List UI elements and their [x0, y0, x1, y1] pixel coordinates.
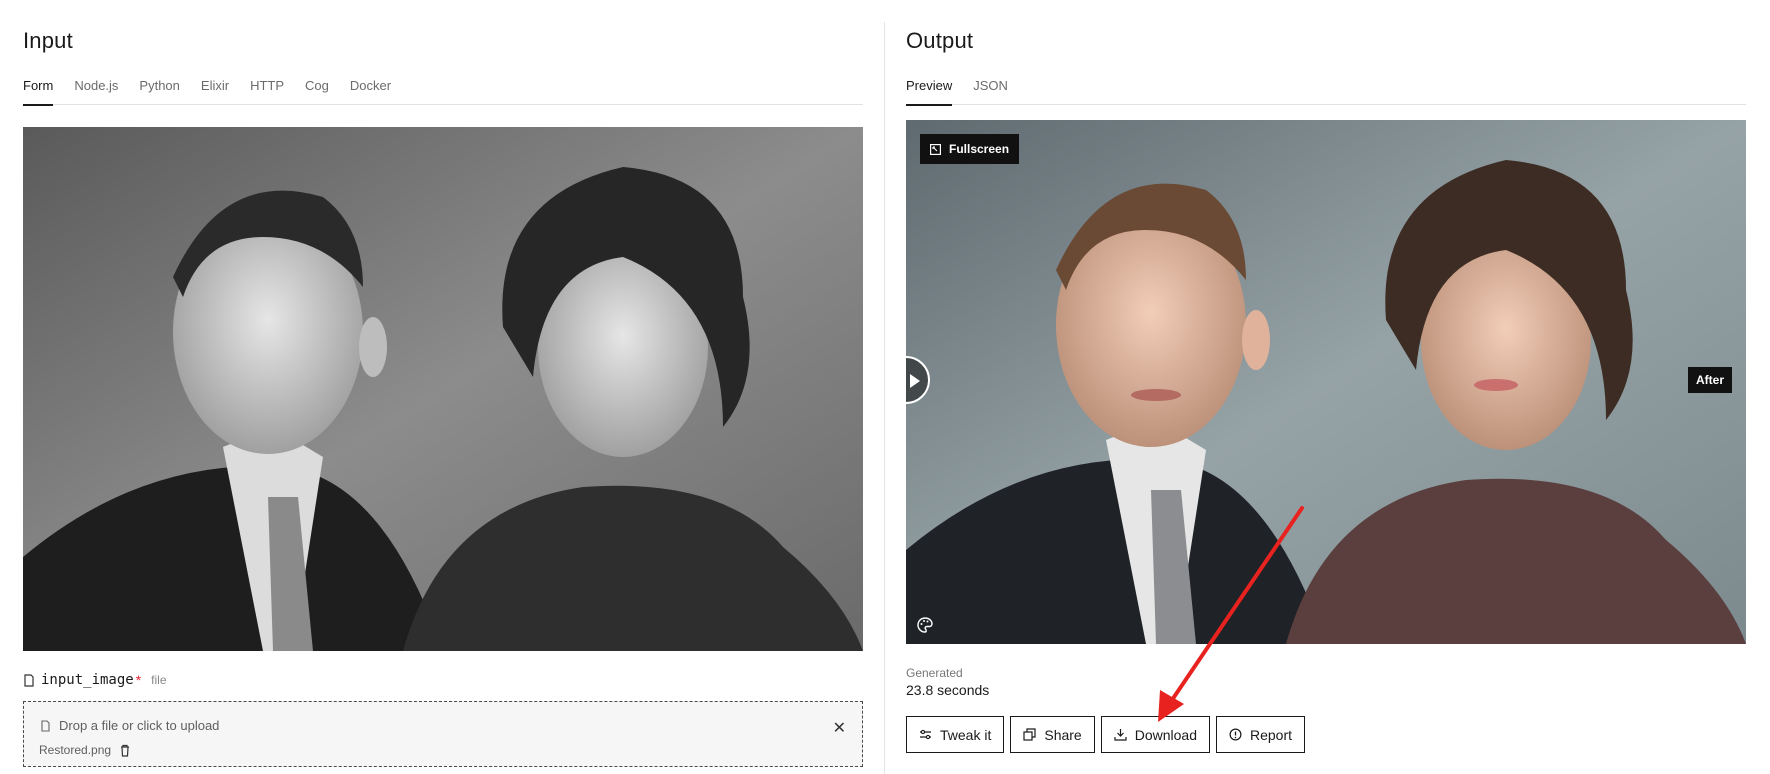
palette-icon[interactable] [916, 616, 934, 634]
required-marker: * [135, 672, 142, 688]
generated-time: 23.8 seconds [906, 682, 990, 698]
tab-cog[interactable]: Cog [305, 72, 329, 105]
download-icon [1114, 729, 1127, 741]
dropzone-hint: Drop a file or click to upload [40, 718, 219, 733]
uploaded-file: Restored.png [39, 743, 131, 757]
tweak-label: Tweak it [940, 726, 992, 743]
tab-json[interactable]: JSON [973, 72, 1008, 105]
report-label: Report [1249, 726, 1293, 743]
output-panel: Output Preview JSON Fullscreen After Gen… [906, 0, 1746, 774]
file-icon [24, 673, 34, 687]
input-panel: Input Form Node.js Python Elixir HTTP Co… [23, 0, 863, 774]
uploaded-file-name: Restored.png [39, 743, 112, 757]
file-dropzone[interactable]: Drop a file or click to upload Restored.… [23, 701, 863, 767]
trash-icon[interactable] [119, 744, 131, 757]
download-label: Download [1134, 726, 1197, 743]
tab-docker[interactable]: Docker [350, 72, 391, 105]
input-title: Input [23, 28, 73, 53]
panel-divider [884, 22, 885, 774]
after-badge: After [1687, 367, 1732, 393]
fullscreen-button[interactable]: Fullscreen [920, 134, 1020, 164]
report-icon [1229, 728, 1242, 741]
tab-form[interactable]: Form [23, 72, 54, 106]
input-image-preview [23, 127, 863, 651]
tweak-icon [920, 729, 931, 740]
grayscale-portrait-image [23, 127, 863, 651]
tab-nodejs[interactable]: Node.js [74, 72, 118, 105]
output-title: Output [906, 28, 974, 53]
tab-elixir[interactable]: Elixir [201, 72, 229, 105]
tab-http[interactable]: HTTP [250, 72, 284, 105]
input-tabs: Form Node.js Python Elixir HTTP Cog Dock… [23, 72, 863, 106]
tab-preview[interactable]: Preview [906, 72, 953, 106]
share-icon [1023, 728, 1036, 741]
fullscreen-label: Fullscreen [949, 142, 1010, 156]
download-button[interactable]: Download [1100, 716, 1210, 753]
field-name: input_image [41, 672, 134, 688]
output-tabs: Preview JSON [906, 72, 1746, 106]
colorized-portrait-image [906, 120, 1746, 644]
tweak-button[interactable]: Tweak it [906, 716, 1005, 753]
output-actions: Tweak it Share Download Report [906, 716, 1306, 753]
share-button[interactable]: Share [1010, 716, 1095, 753]
input-image-field-label: input_image * file [23, 672, 167, 688]
fullscreen-icon [930, 143, 941, 155]
report-button[interactable]: Report [1215, 716, 1306, 753]
dropzone-hint-text: Drop a file or click to upload [59, 718, 220, 733]
field-type: file [151, 673, 167, 687]
upload-icon [41, 719, 50, 732]
tab-python[interactable]: Python [139, 72, 179, 105]
output-image-preview[interactable]: Fullscreen After [906, 120, 1746, 644]
generated-label: Generated [906, 666, 963, 680]
share-label: Share [1044, 726, 1082, 743]
close-icon[interactable]: ✕ [833, 718, 846, 738]
